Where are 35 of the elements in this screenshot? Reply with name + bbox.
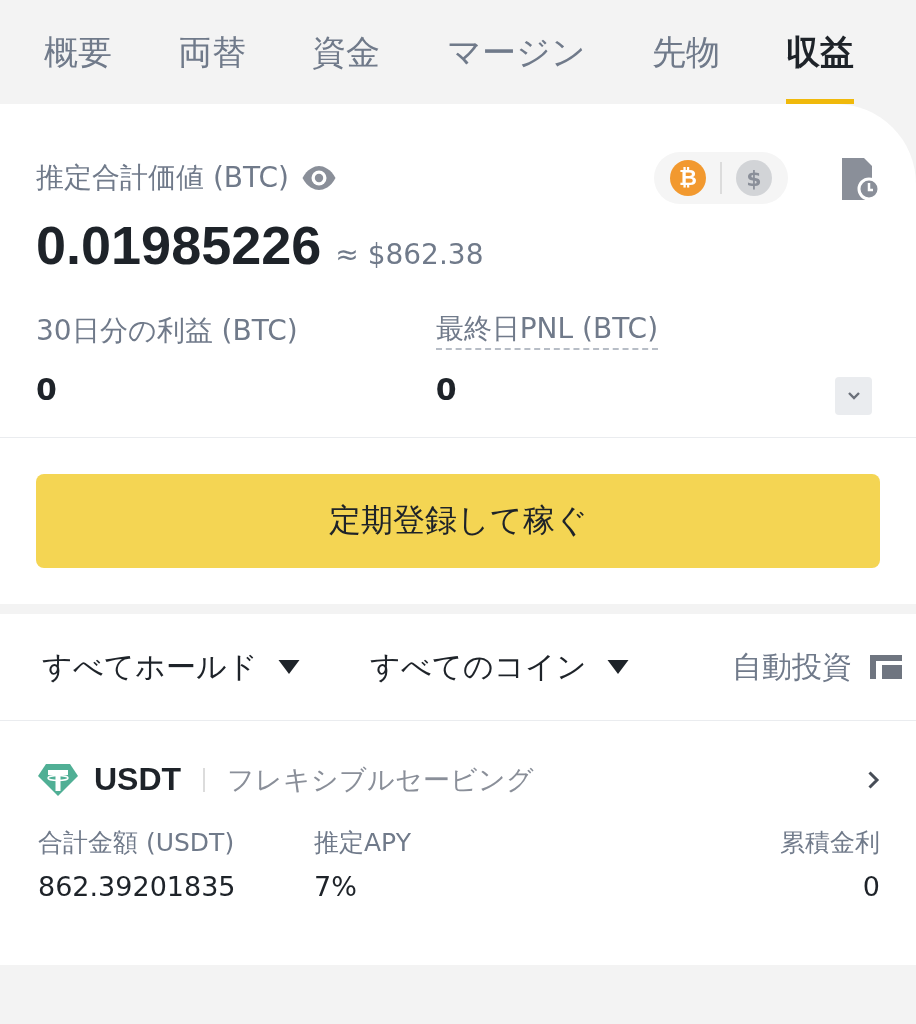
field-value: 862.39201835: [38, 871, 237, 902]
tab[interactable]: マージン: [446, 24, 586, 104]
stat-label: 30日分の利益 (BTC): [36, 313, 298, 349]
field-value: 7%: [314, 871, 358, 902]
currency-toggle[interactable]: ₿ $: [654, 152, 788, 204]
tab[interactable]: 資金: [312, 24, 381, 104]
stat-value: 0: [36, 372, 58, 407]
history-icon[interactable]: [840, 156, 880, 200]
tab[interactable]: 概要: [44, 24, 112, 104]
total-value-label: 推定合計価値 (BTC): [36, 160, 289, 196]
filter-dropdown[interactable]: すべてのコイン: [370, 646, 629, 688]
tab[interactable]: 両替: [178, 24, 247, 104]
total-value: 0.01985226: [36, 214, 322, 276]
currency-option[interactable]: ₿: [670, 160, 706, 196]
field-label: 合計金額 (USDT): [38, 827, 236, 859]
field-label: 推定APY: [314, 827, 411, 859]
chevron-right-icon[interactable]: [868, 770, 880, 789]
stat-value: 0: [435, 372, 458, 407]
stat-label[interactable]: 最終日PNL (BTC): [435, 310, 659, 350]
tab[interactable]: 先物: [651, 24, 720, 104]
caret-icon: [278, 660, 300, 674]
chevron-down-icon: [847, 392, 860, 400]
field-label: 累積金利: [780, 827, 880, 859]
field-value: 0: [862, 871, 880, 902]
expand-button[interactable]: [835, 377, 872, 415]
filter-dropdown[interactable]: すべてホールド: [42, 646, 300, 688]
currency-option[interactable]: $: [736, 160, 772, 196]
auto-invest-label: 自動投資: [732, 647, 852, 686]
subscribe-button[interactable]: 定期登録して稼ぐ: [36, 474, 880, 568]
product-name: フレキシブルセービング: [227, 762, 535, 797]
coin-name: USDT: [94, 761, 182, 798]
usd-value: ≈ $862.38: [335, 238, 484, 271]
auto-invest-icon[interactable]: [870, 655, 902, 679]
tether-icon: [38, 761, 78, 798]
caret-icon: [607, 660, 629, 674]
